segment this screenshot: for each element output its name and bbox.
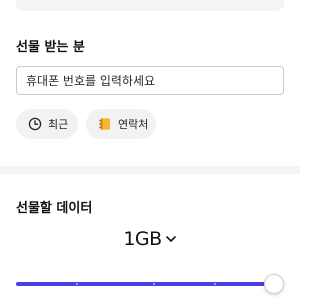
recent-button-label: 최근 (48, 118, 69, 131)
chevron-down-icon (165, 233, 177, 245)
clock-icon (28, 117, 42, 131)
contacts-button[interactable]: 연락처 (86, 109, 156, 139)
slider-tick (76, 283, 78, 285)
section-divider (0, 166, 300, 174)
previous-section-card (16, 0, 284, 11)
slider-thumb[interactable] (264, 274, 284, 294)
data-amount-selector[interactable]: 1GB (0, 228, 300, 250)
gift-data-section-title: 선물할 데이터 (16, 201, 93, 216)
contact-book-icon (98, 117, 112, 131)
phone-number-input[interactable] (16, 66, 284, 95)
slider-tick (214, 283, 216, 285)
slider-tick (153, 283, 155, 285)
recipient-section-title: 선물 받는 분 (16, 40, 85, 55)
data-amount-value: 1GB (123, 228, 162, 250)
data-amount-slider[interactable] (16, 274, 284, 294)
contacts-button-label: 연락처 (118, 118, 149, 131)
recent-button[interactable]: 최근 (16, 109, 78, 139)
slider-fill (16, 282, 274, 286)
